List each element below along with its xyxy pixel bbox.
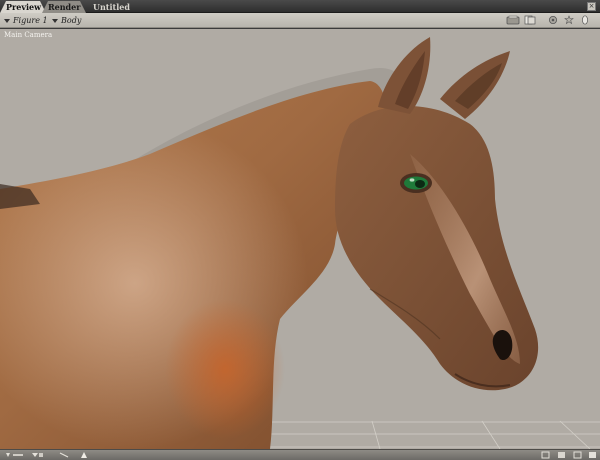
document-tab-bar: Preview Render Untitled × — [0, 0, 600, 13]
settings-icon[interactable] — [562, 15, 576, 25]
3d-viewport[interactable]: Main Camera — [0, 29, 600, 449]
toggle-icon[interactable] — [588, 451, 598, 459]
bottom-toolbar — [0, 449, 600, 460]
floor-grid — [250, 420, 600, 449]
chevron-down-icon — [52, 19, 58, 23]
close-icon[interactable]: × — [587, 2, 596, 11]
grid-icon[interactable] — [556, 451, 568, 459]
chevron-down-icon[interactable] — [30, 451, 44, 459]
chest-muscle-shading — [165, 299, 285, 439]
document-icon[interactable] — [523, 15, 537, 25]
body-part-selector-label: Body — [61, 16, 82, 25]
orient-icon[interactable] — [578, 15, 592, 25]
display-style-icon[interactable] — [506, 15, 520, 25]
horse-figure-render[interactable] — [0, 29, 600, 449]
horse-eye — [400, 173, 432, 193]
tab-render[interactable]: Render — [42, 1, 86, 13]
viewport-header: Figure 1 Body — [0, 13, 600, 28]
light-icon[interactable] — [78, 451, 90, 459]
arrow-icon[interactable] — [58, 451, 72, 459]
playback-icon[interactable] — [4, 451, 26, 459]
tab-preview[interactable]: Preview — [0, 1, 46, 13]
figure-selector-label: Figure 1 — [13, 16, 48, 25]
document-title: Untitled — [93, 2, 130, 12]
camera-label: Main Camera — [4, 31, 53, 39]
layout-icon[interactable] — [540, 451, 552, 459]
chevron-down-icon — [4, 19, 10, 23]
view-icon[interactable] — [572, 451, 584, 459]
gear-icon[interactable] — [546, 15, 560, 25]
body-part-selector[interactable]: Body — [52, 15, 81, 26]
figure-selector[interactable]: Figure 1 — [4, 15, 48, 26]
